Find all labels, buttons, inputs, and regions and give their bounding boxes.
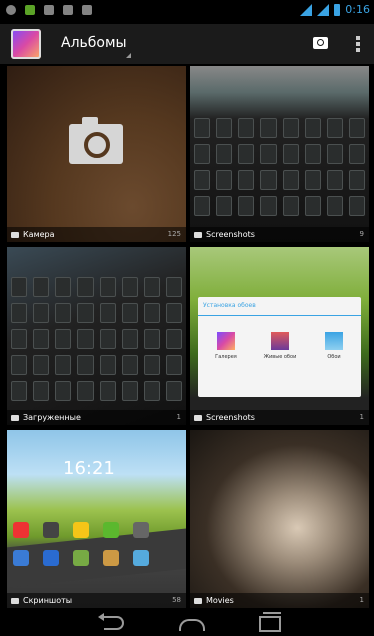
- folder-icon: [194, 232, 202, 238]
- album-label: Скриншоты 58: [7, 593, 186, 608]
- album-name: Screenshots: [206, 413, 255, 422]
- album-label: Screenshots 9: [190, 227, 369, 242]
- video-thumbnail: [190, 430, 369, 608]
- album-name: Скриншоты: [23, 596, 73, 605]
- homescreen-clock: 16:21: [63, 458, 115, 479]
- keyboard-photo: [11, 277, 182, 401]
- album-name: Movies: [206, 596, 234, 605]
- wallpaper-option-label: Обои: [327, 354, 341, 360]
- album-count: 58: [172, 596, 181, 604]
- notification-icon: [82, 5, 92, 15]
- overflow-menu-button[interactable]: [356, 36, 360, 52]
- album-count: 1: [359, 596, 364, 604]
- album-name: Камера: [23, 230, 55, 239]
- wallpaper-option: Обои: [314, 332, 354, 360]
- notification-icons: [6, 5, 92, 15]
- wallpaper-option-label: Галерея: [215, 354, 237, 360]
- album-name: Screenshots: [206, 230, 255, 239]
- camera-icon: [11, 232, 19, 238]
- wallpaper-option: Живые обои: [260, 332, 300, 360]
- notification-icon: [25, 5, 35, 15]
- recent-apps-icon[interactable]: [259, 612, 281, 632]
- folder-icon: [11, 415, 19, 421]
- album-tile-downloads[interactable]: Загруженные 1: [7, 247, 186, 425]
- album-count: 125: [167, 230, 181, 238]
- folder-icon: [194, 415, 202, 421]
- album-label: Загруженные 1: [7, 410, 186, 425]
- album-label: Movies 1: [190, 593, 369, 608]
- navigation-bar: [0, 610, 374, 636]
- album-tile-camera[interactable]: Камера 125: [7, 66, 186, 242]
- notification-icon: [63, 5, 73, 15]
- back-icon[interactable]: [98, 613, 124, 630]
- battery-icon: [334, 3, 341, 16]
- album-name: Загруженные: [23, 413, 81, 422]
- signal-icon: [300, 3, 313, 16]
- system-icons: 0:16: [300, 3, 370, 16]
- album-count: 1: [176, 413, 181, 421]
- wallpaper-option: Галерея: [206, 332, 246, 360]
- homescreen-apps: [13, 522, 149, 566]
- album-count: 1: [359, 413, 364, 421]
- album-label: Screenshots 1: [190, 410, 369, 425]
- album-count: 9: [359, 230, 364, 238]
- spinner-triangle-icon: [126, 53, 131, 58]
- keyboard-photo: [194, 118, 365, 216]
- notification-icon: [6, 5, 16, 15]
- signal-icon: [317, 3, 330, 16]
- album-tile-screenshots-2[interactable]: Установка обоев Галерея Живые обои Обои …: [190, 247, 369, 425]
- notification-icon: [44, 5, 54, 15]
- album-tile-movies[interactable]: Movies 1: [190, 430, 369, 608]
- action-bar: Альбомы: [0, 24, 374, 64]
- album-grid: Камера 125 Screenshots 9 Загруженные 1 У…: [0, 64, 374, 610]
- wallpaper-option-label: Живые обои: [263, 354, 297, 360]
- status-time: 0:16: [345, 3, 370, 16]
- folder-icon: [11, 598, 19, 604]
- status-bar: 0:16: [0, 0, 374, 24]
- album-tile-screenshots-ru[interactable]: 16:21 Скриншоты 58: [7, 430, 186, 608]
- album-tile-screenshots[interactable]: Screenshots 9: [190, 66, 369, 242]
- home-icon[interactable]: [179, 619, 205, 631]
- camera-icon: [69, 117, 123, 164]
- album-label: Камера 125: [7, 227, 186, 242]
- folder-icon: [194, 598, 202, 604]
- gallery-app-icon[interactable]: [11, 29, 41, 59]
- album-view-spinner[interactable]: Альбомы: [61, 35, 127, 51]
- wallpaper-dialog-thumbnail: Установка обоев Галерея Живые обои Обои: [198, 297, 361, 397]
- camera-button[interactable]: [313, 37, 328, 49]
- dialog-title: Установка обоев: [203, 302, 256, 309]
